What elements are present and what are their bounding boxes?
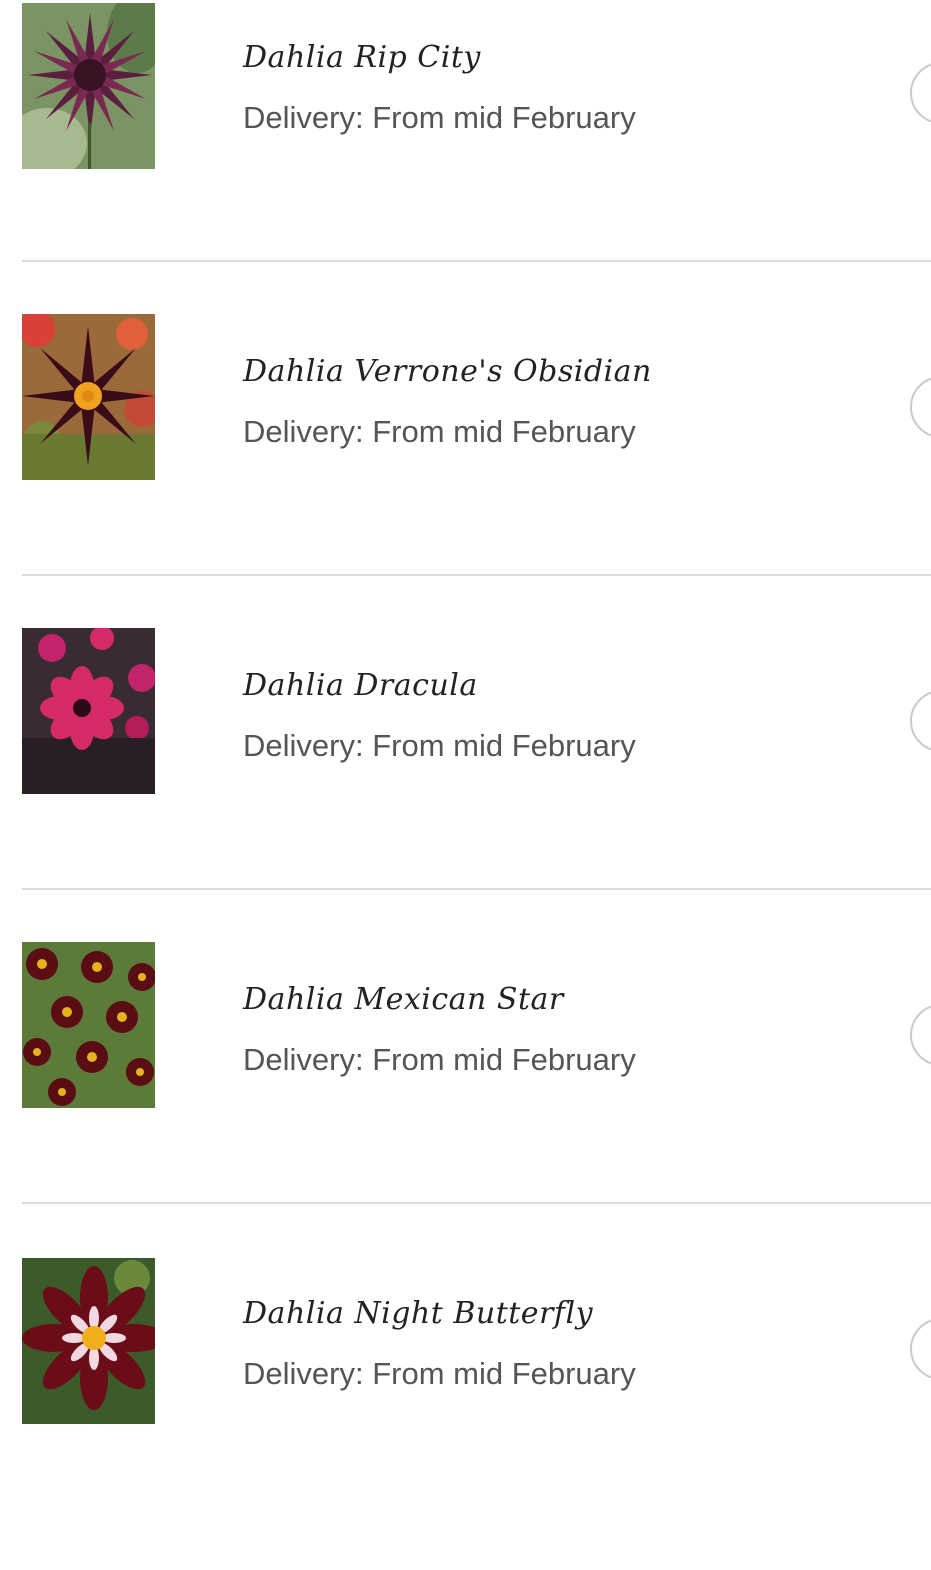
select-radio-button[interactable] xyxy=(910,1318,931,1380)
product-name[interactable]: Dahlia Dracula xyxy=(243,668,478,703)
divider xyxy=(22,260,931,262)
product-image[interactable] xyxy=(22,1258,155,1424)
dahlia-verrones-obsidian-photo xyxy=(22,314,155,480)
select-radio-button[interactable] xyxy=(910,690,931,752)
select-radio-button[interactable] xyxy=(910,62,931,124)
delivery-info: Delivery: From mid February xyxy=(243,100,636,135)
product-name[interactable]: Dahlia Rip City xyxy=(243,40,481,75)
delivery-info: Delivery: From mid February xyxy=(243,1042,636,1077)
product-image[interactable] xyxy=(22,314,155,480)
product-name[interactable]: Dahlia Verrone's Obsidian xyxy=(243,354,652,389)
list-item[interactable]: Dahlia Mexican Star Delivery: From mid F… xyxy=(0,942,931,1256)
product-name[interactable]: Dahlia Mexican Star xyxy=(243,982,564,1017)
product-image[interactable] xyxy=(22,628,155,794)
select-radio-button[interactable] xyxy=(910,376,931,438)
dahlia-dracula-photo xyxy=(22,628,155,794)
divider xyxy=(22,888,931,890)
delivery-info: Delivery: From mid February xyxy=(243,414,636,449)
list-item[interactable]: Dahlia Night Butterfly Delivery: From mi… xyxy=(0,1256,931,1570)
product-name[interactable]: Dahlia Night Butterfly xyxy=(243,1296,593,1331)
delivery-info: Delivery: From mid February xyxy=(243,728,636,763)
list-item[interactable]: Dahlia Verrone's Obsidian Delivery: From… xyxy=(0,314,931,628)
divider xyxy=(22,1202,931,1204)
product-image[interactable] xyxy=(22,3,155,169)
dahlia-rip-city-photo xyxy=(22,3,155,169)
delivery-info: Delivery: From mid February xyxy=(243,1356,636,1391)
dahlia-mexican-star-photo xyxy=(22,942,155,1108)
list-item[interactable]: Dahlia Dracula Delivery: From mid Februa… xyxy=(0,628,931,942)
list-item[interactable]: Dahlia Rip City Delivery: From mid Febru… xyxy=(0,0,931,314)
divider xyxy=(22,574,931,576)
product-image[interactable] xyxy=(22,942,155,1108)
select-radio-button[interactable] xyxy=(910,1004,931,1066)
dahlia-night-butterfly-photo xyxy=(22,1258,155,1424)
